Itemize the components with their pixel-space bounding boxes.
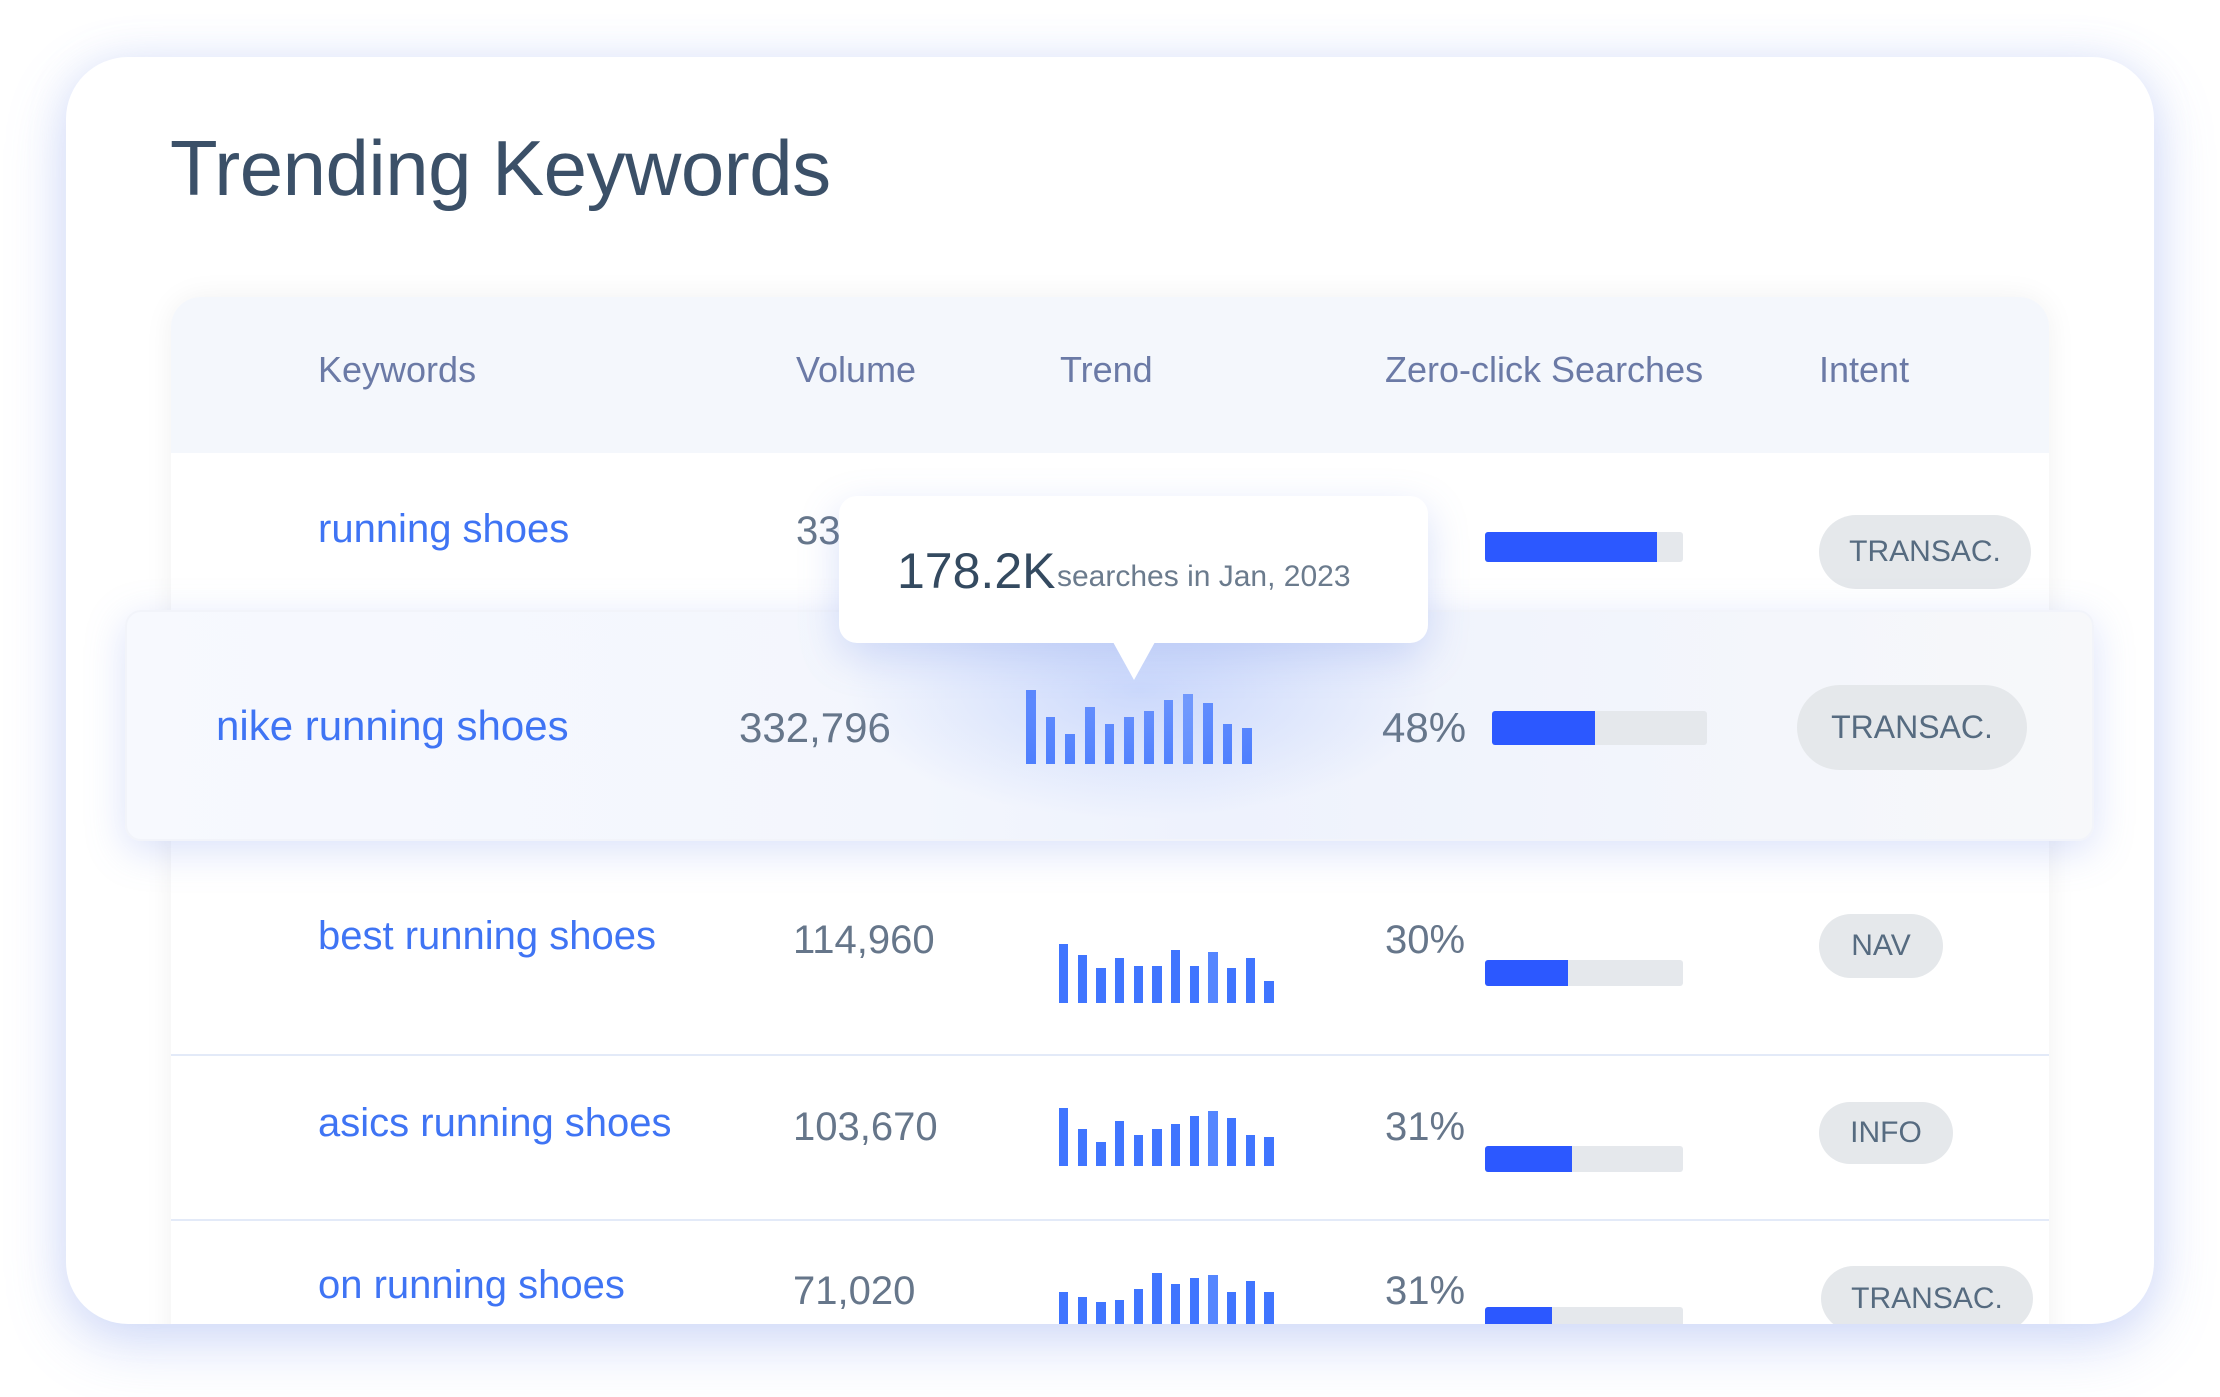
trend-bar[interactable] (1163, 700, 1174, 764)
trend-bar[interactable] (1133, 1288, 1143, 1324)
zero-click-percent: 48% (1382, 704, 1467, 751)
trend-bar[interactable] (1183, 693, 1194, 764)
zero-click-bar (1485, 960, 1683, 986)
table-header: Keywords Volume Trend Zero-click Searche… (171, 297, 2049, 453)
keyword-link[interactable]: best running shoes (318, 914, 656, 959)
zero-click-percent: 31% (1385, 1105, 1466, 1149)
trend-bar[interactable] (1133, 1134, 1143, 1166)
trend-bar[interactable] (1059, 1108, 1069, 1166)
trend-bar[interactable] (1208, 1275, 1218, 1324)
intent-badge: TRANSAC. (1797, 685, 2027, 770)
trend-sparkline (1059, 944, 1283, 1003)
intent-badge: TRANSAC. (1821, 1266, 2033, 1324)
tooltip-value: 178.2K (897, 543, 1056, 599)
trend-bar[interactable] (1264, 981, 1274, 1003)
keyword-link[interactable]: asics running shoes (318, 1101, 672, 1146)
trend-bar[interactable] (1096, 1142, 1106, 1166)
trend-bar[interactable] (1133, 965, 1143, 1003)
zero-click-bar (1492, 711, 1707, 745)
table-row[interactable]: asics running shoes 103,670 31% INFO (171, 1055, 2049, 1221)
trend-bar[interactable] (1045, 717, 1056, 764)
trend-bar[interactable] (1096, 968, 1106, 1003)
intent-badge: INFO (1819, 1102, 1953, 1164)
trend-bar[interactable] (1085, 707, 1095, 764)
intent-badge: NAV (1819, 914, 1943, 978)
trend-sparkline (1059, 1273, 1283, 1324)
trend-bar[interactable] (1152, 1273, 1162, 1324)
zero-click-bar (1485, 532, 1683, 562)
trend-bar[interactable] (1245, 1280, 1255, 1324)
zero-click-percent: 30% (1385, 918, 1466, 962)
trend-sparkline (1059, 1108, 1283, 1166)
keyword-link[interactable]: running shoes (318, 507, 569, 552)
column-header-intent[interactable]: Intent (1819, 349, 1909, 391)
zero-click-bar-fill (1485, 532, 1658, 562)
trend-bar[interactable] (1152, 1129, 1162, 1166)
trend-sparkline[interactable] (1026, 690, 1262, 764)
trend-bar[interactable] (1026, 690, 1036, 764)
trend-bar[interactable] (1171, 1283, 1181, 1324)
tooltip-pointer (1113, 642, 1155, 680)
trend-bar[interactable] (1208, 1110, 1218, 1166)
trend-bar[interactable] (1227, 1291, 1237, 1324)
trend-bar[interactable] (1189, 1277, 1199, 1324)
trend-bar[interactable] (1227, 1118, 1237, 1166)
trend-bar[interactable] (1104, 724, 1115, 764)
trend-bar[interactable] (1189, 965, 1199, 1003)
trend-bar[interactable] (1144, 710, 1154, 764)
volume-value: 114,960 (793, 918, 935, 962)
zero-click-bar-fill (1485, 960, 1569, 986)
trend-bar[interactable] (1189, 1116, 1199, 1166)
trend-bar[interactable] (1171, 949, 1181, 1003)
tooltip-label: searches in Jan, 2023 (1057, 560, 1351, 593)
trend-bar[interactable] (1208, 952, 1218, 1003)
zero-click-percent: 31% (1385, 1269, 1466, 1313)
zero-click-bar (1485, 1146, 1683, 1172)
zero-click-bar-fill (1485, 1146, 1573, 1172)
column-header-trend[interactable]: Trend (1060, 349, 1153, 391)
trend-bar[interactable] (1264, 1291, 1274, 1324)
trend-bar[interactable] (1171, 1123, 1181, 1166)
table-row[interactable]: best running shoes 114,960 30% NAV (171, 898, 2049, 1056)
trend-bar[interactable] (1245, 957, 1255, 1003)
keyword-link[interactable]: nike running shoes (216, 702, 569, 750)
trend-bar[interactable] (1115, 1299, 1125, 1324)
trend-bar[interactable] (1124, 717, 1135, 764)
trend-bar[interactable] (1152, 965, 1162, 1003)
trend-bar[interactable] (1077, 1296, 1087, 1324)
trend-bar[interactable] (1115, 957, 1125, 1003)
column-header-keywords[interactable]: Keywords (318, 349, 476, 391)
volume-value: 103,670 (793, 1105, 938, 1149)
keyword-link[interactable]: on running shoes (318, 1263, 625, 1308)
trend-tooltip: 178.2K searches in Jan, 2023 (839, 496, 1428, 643)
trend-bar[interactable] (1059, 1291, 1069, 1324)
trend-bar[interactable] (1077, 955, 1087, 1003)
trend-bar[interactable] (1115, 1121, 1125, 1166)
zero-click-bar (1485, 1307, 1683, 1324)
trend-bar[interactable] (1203, 703, 1213, 764)
column-header-volume[interactable]: Volume (796, 349, 916, 391)
trend-bar[interactable] (1077, 1129, 1087, 1166)
table-row-highlighted[interactable]: nike running shoes 332,796 48% TRANSAC. (125, 610, 2094, 841)
trend-bar[interactable] (1065, 734, 1076, 764)
volume-value: 71,020 (793, 1269, 916, 1313)
column-header-zero-click[interactable]: Zero-click Searches (1385, 349, 1703, 391)
trend-bar[interactable] (1222, 724, 1233, 764)
trend-bar[interactable] (1227, 968, 1237, 1003)
intent-badge: TRANSAC. (1819, 515, 2031, 589)
trend-bar[interactable] (1096, 1302, 1106, 1324)
trend-bar[interactable] (1264, 1137, 1274, 1166)
trend-bar[interactable] (1242, 727, 1253, 764)
table-row[interactable]: on running shoes 71,020 31% TRANSAC. (171, 1221, 2049, 1324)
zero-click-bar-fill (1492, 711, 1596, 745)
volume-value: 332,796 (739, 704, 891, 751)
trend-bar[interactable] (1245, 1134, 1255, 1166)
trend-bar[interactable] (1059, 944, 1069, 1003)
zero-click-bar-fill (1485, 1307, 1553, 1324)
page-title: Trending Keywords (170, 124, 831, 212)
